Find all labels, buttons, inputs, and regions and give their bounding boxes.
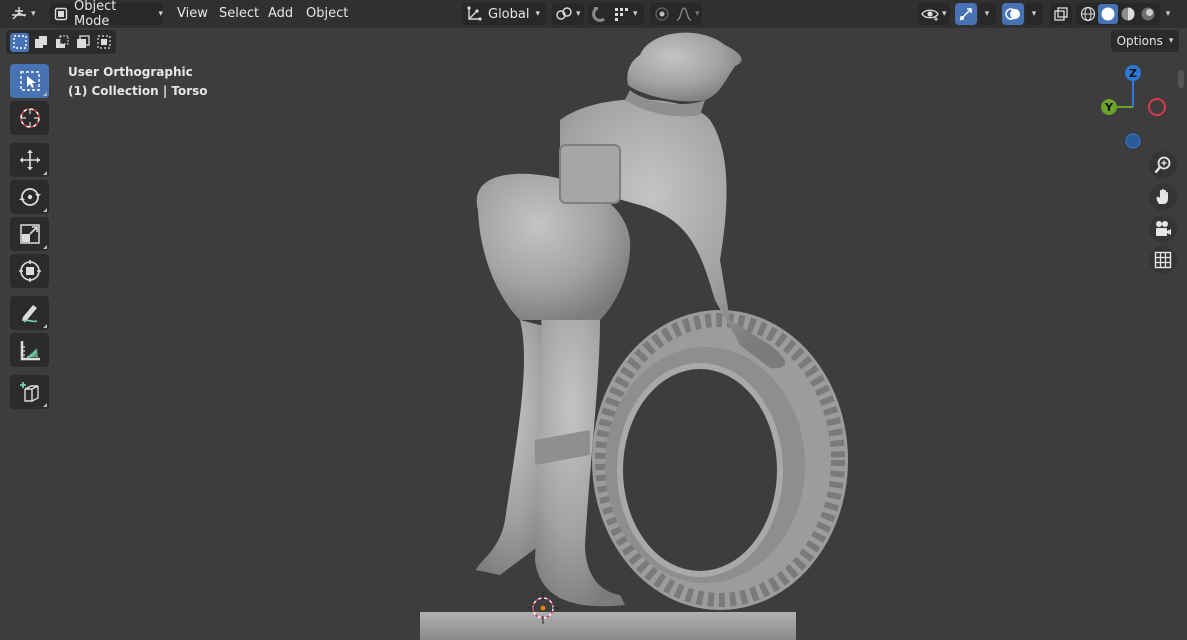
pan-button[interactable] [1149,183,1177,211]
mode-label: Object Mode [74,0,117,29]
pivot-point-button[interactable]: ▾ [552,3,584,25]
region-scroll-handle[interactable] [1178,70,1184,88]
proportional-group: ▾ [650,3,702,25]
menu-view[interactable]: View [177,4,208,24]
add-cube-tool[interactable] [10,375,49,409]
camera-view-button[interactable] [1149,215,1177,243]
options-dropdown[interactable]: Options ▾ [1111,30,1179,52]
editor-type-button[interactable]: ▾ [10,3,44,25]
camera-view-icon [1154,220,1172,238]
scale-tool[interactable] [10,217,49,251]
chevron-down-icon: ▾ [535,9,541,19]
snap-icon[interactable] [592,6,608,22]
chevron-down-icon: ▾ [1031,9,1037,19]
eye-visibility-icon [921,7,939,21]
scale-icon [19,223,41,245]
overlays-dropdown[interactable]: ▾ [1025,3,1043,25]
orientation-label: Global [488,6,530,22]
object-origin [540,605,546,611]
chevron-down-icon: ▾ [942,9,947,19]
select-extend-icon[interactable] [31,33,50,52]
mode-selector[interactable]: Object Mode ▾ [50,0,163,29]
chevron-down-icon[interactable]: ▾ [633,9,638,19]
falloff-curve-icon[interactable] [676,7,692,21]
add-cube-icon [18,380,42,404]
annotate-icon [18,301,42,325]
menu-select[interactable]: Select [219,4,259,24]
gizmo-z-label: Z [1129,67,1137,80]
select-mode-group [6,30,116,54]
ortho-toggle-button[interactable] [1149,246,1177,274]
measure-icon [18,338,42,362]
xray-icon [1054,7,1068,21]
proportional-editing-icon[interactable] [654,6,670,22]
transform-tool[interactable] [10,254,49,288]
base-plate [420,612,796,640]
wireframe-shading-icon[interactable] [1078,4,1098,24]
select-new-icon[interactable] [10,32,29,52]
chevron-down-icon: ▾ [158,9,163,19]
orthographic-grid-icon [1154,251,1172,269]
view-name: User Orthographic [68,65,193,79]
collection-info: (1) Collection | Torso [68,84,208,98]
transform-orientation-selector[interactable]: Global ▾ [462,3,546,25]
rendered-shading-icon[interactable] [1138,4,1158,24]
shading-dropdown[interactable]: ▾ [1160,3,1176,25]
orientation-global-icon [466,6,482,22]
menu-add[interactable]: Add [268,4,293,24]
viewport-header: ▾ Object Mode ▾ View Select Add Object G… [0,0,1187,29]
sculpt-model[interactable] [0,28,1187,640]
rotate-icon [18,185,42,209]
gizmo-toggle[interactable] [955,3,977,25]
gizmo-icon [958,6,974,22]
cursor-icon [18,106,42,130]
material-preview-icon[interactable] [1118,4,1138,24]
3d-viewport-icon [10,6,28,22]
measure-tool[interactable] [10,333,49,367]
select-box-icon [19,70,41,92]
xray-toggle[interactable] [1050,3,1072,25]
gizmo-neg-x-axis [1148,98,1166,116]
chevron-down-icon: ▾ [1165,9,1171,19]
options-label: Options [1116,34,1163,48]
zoom-icon [1154,156,1172,174]
chevron-down-icon[interactable]: ▾ [695,9,700,19]
move-tool[interactable] [10,143,49,177]
snap-group: ▾ [588,3,644,25]
chevron-down-icon: ▾ [576,9,581,19]
select-intersect-icon[interactable] [94,33,113,52]
chevron-down-icon: ▾ [1168,36,1174,46]
gizmo-dropdown[interactable]: ▾ [978,3,996,25]
3d-viewport[interactable]: Z Y User Orthographic (1) Collection | T… [0,28,1187,640]
chevron-down-icon: ▾ [31,9,36,19]
shading-modes [1076,3,1160,25]
select-subtract-icon[interactable] [52,33,71,52]
chevron-down-icon: ▾ [984,9,990,19]
menu-object[interactable]: Object [306,4,348,24]
select-invert-icon[interactable] [73,33,92,52]
transform-icon [18,259,42,283]
select-box-tool[interactable] [10,64,49,98]
rotate-tool[interactable] [10,180,49,214]
hand-pan-icon [1154,188,1172,206]
gizmo-y-label: Y [1105,101,1113,114]
overlays-toggle[interactable] [1002,3,1024,25]
overlays-icon [1005,6,1021,22]
object-mode-icon [54,7,68,21]
move-icon [18,148,42,172]
annotate-tool[interactable] [10,296,49,330]
cursor-tool[interactable] [10,101,49,135]
snap-increment-icon[interactable] [614,7,630,21]
pivot-point-icon [555,7,573,21]
zoom-button[interactable] [1149,151,1177,179]
gizmo-neg-z-axis [1125,133,1141,149]
view-info: User Orthographic (1) Collection | Torso [68,63,208,101]
visibility-button[interactable]: ▾ [918,3,950,25]
solid-shading-icon[interactable] [1098,4,1118,24]
